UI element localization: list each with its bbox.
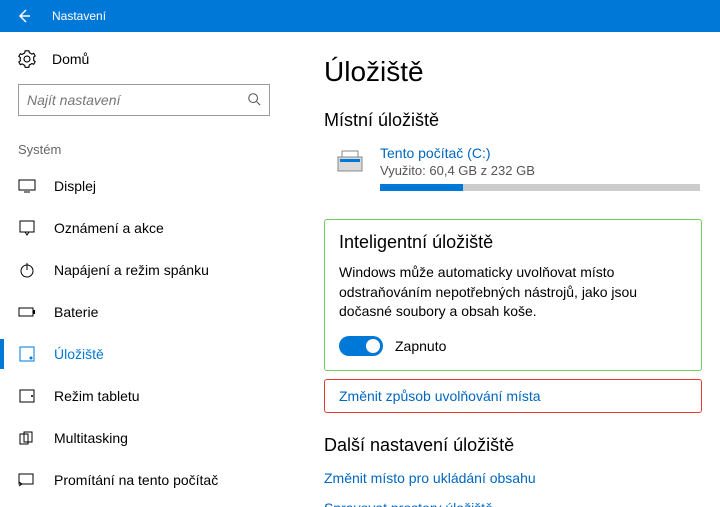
drive-icon (336, 145, 366, 191)
page-title: Úložiště (324, 56, 702, 88)
sidebar-item-power[interactable]: Napájení a režim spánku (18, 249, 290, 291)
titlebar: Nastavení (0, 0, 720, 32)
sidebar-item-multitasking[interactable]: Multitasking (18, 417, 290, 459)
toggle-state-label: Zapnuto (395, 338, 446, 354)
storage-icon (18, 346, 36, 362)
project-icon (18, 473, 36, 487)
sidebar-item-label: Úložiště (54, 346, 104, 362)
home-button[interactable]: Domů (18, 50, 290, 68)
drive-usage-text: Využito: 60,4 GB z 232 GB (380, 163, 700, 178)
battery-icon (18, 306, 36, 318)
back-button[interactable] (0, 0, 48, 32)
display-icon (18, 179, 36, 193)
sidebar-item-label: Multitasking (54, 430, 128, 446)
more-settings-heading: Další nastavení úložiště (324, 435, 702, 456)
search-input[interactable] (27, 92, 247, 108)
change-free-space-section: Změnit způsob uvolňování místa (324, 379, 702, 413)
smart-storage-heading: Inteligentní úložiště (339, 232, 687, 253)
sidebar-item-label: Displej (54, 178, 96, 194)
window-title: Nastavení (48, 9, 106, 23)
local-storage-heading: Místní úložiště (324, 110, 702, 131)
multitasking-icon (18, 431, 36, 445)
change-free-space-link[interactable]: Změnit způsob uvolňování místa (339, 388, 541, 404)
home-label: Domů (52, 51, 89, 67)
sidebar-item-projecting[interactable]: Promítání na tento počítač (18, 459, 290, 501)
drive-usage-bar (380, 184, 700, 191)
toggle-knob (366, 339, 380, 353)
sidebar-item-label: Režim tabletu (54, 388, 140, 404)
sidebar-item-notifications[interactable]: Oznámení a akce (18, 207, 290, 249)
sidebar: Domů Systém Displej Oznámení a akce Napá… (0, 32, 290, 507)
sidebar-item-label: Napájení a režim spánku (54, 262, 209, 278)
power-icon (18, 262, 36, 278)
drive-usage-bar-fill (380, 184, 463, 191)
search-icon (247, 92, 261, 109)
sidebar-item-display[interactable]: Displej (18, 165, 290, 207)
sidebar-item-label: Oznámení a akce (54, 220, 164, 236)
sidebar-item-tablet[interactable]: Režim tabletu (18, 375, 290, 417)
drive-block[interactable]: Tento počítač (C:) Využito: 60,4 GB z 23… (324, 145, 702, 191)
arrow-left-icon (16, 8, 32, 24)
tablet-icon (18, 389, 36, 403)
notification-icon (18, 220, 36, 236)
sidebar-item-battery[interactable]: Baterie (18, 291, 290, 333)
smart-storage-section: Inteligentní úložiště Windows může autom… (324, 219, 702, 371)
smart-storage-toggle[interactable] (339, 336, 383, 356)
sidebar-section-label: Systém (18, 142, 290, 157)
manage-storage-spaces-link[interactable]: Spravovat prostory úložiště (324, 500, 702, 507)
change-save-location-link[interactable]: Změnit místo pro ukládání obsahu (324, 470, 702, 486)
search-box[interactable] (18, 84, 270, 116)
main-panel: Úložiště Místní úložiště Tento počítač (… (290, 32, 720, 507)
sidebar-item-storage[interactable]: Úložiště (18, 333, 290, 375)
drive-name: Tento počítač (C:) (380, 145, 700, 161)
sidebar-item-label: Baterie (54, 304, 98, 320)
gear-icon (18, 50, 36, 68)
smart-storage-description: Windows může automaticky uvolňovat místo… (339, 263, 687, 322)
sidebar-item-label: Promítání na tento počítač (54, 472, 218, 488)
